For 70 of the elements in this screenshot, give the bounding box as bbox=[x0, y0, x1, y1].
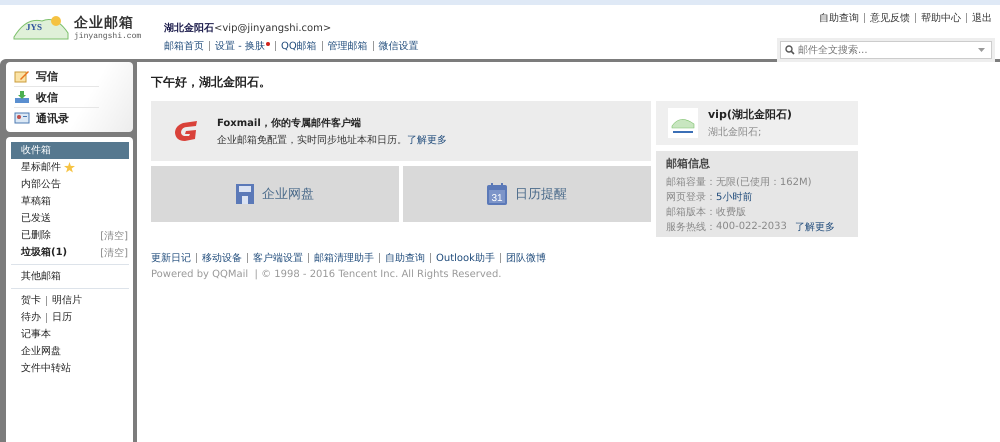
copyright: Powered by QQMail | © 1998 - 2016 Tencent Inc. All Rights Reserved. bbox=[151, 269, 502, 280]
top-link[interactable]: 帮助中心 bbox=[921, 11, 961, 25]
info-label: 服务热线： bbox=[666, 220, 716, 234]
learn-more-link[interactable]: 了解更多 bbox=[794, 220, 835, 234]
search-field[interactable]: 邮件全文搜索... bbox=[780, 41, 992, 59]
top-link[interactable]: 退出 bbox=[972, 11, 992, 25]
tool-link[interactable]: 日历 bbox=[52, 309, 72, 326]
info-title: 邮箱信息 bbox=[666, 156, 711, 171]
folder-item[interactable]: 垃圾箱(1) bbox=[11, 244, 68, 261]
tool-link[interactable]: 明信片 bbox=[52, 292, 82, 309]
info-value: 400-022-2033 bbox=[716, 221, 787, 232]
nav-link[interactable]: 微信设置 bbox=[378, 39, 419, 53]
info-label: 邮箱容量： bbox=[666, 176, 716, 188]
avatar-logo-icon bbox=[668, 108, 698, 138]
footer-link[interactable]: Outlook助手 bbox=[436, 251, 495, 265]
logo-initials: JYS bbox=[26, 22, 42, 32]
tool-link[interactable]: 记事本 bbox=[11, 326, 51, 343]
contact-card-icon bbox=[14, 111, 30, 125]
profile-signature: 湖北金阳石; bbox=[708, 126, 762, 139]
folder-item[interactable]: 收件箱 bbox=[11, 142, 129, 159]
learn-more-link[interactable]: 了解更多 bbox=[407, 132, 447, 146]
folder-item[interactable]: 星标邮件 bbox=[11, 159, 61, 176]
footer-link[interactable]: 自助查询 bbox=[385, 251, 425, 265]
nav-link[interactable]: 设置 - 换肤 bbox=[215, 39, 265, 53]
user-name: 湖北金阳石 bbox=[164, 23, 214, 34]
nav-link[interactable]: QQ邮箱 bbox=[280, 39, 317, 53]
inbox-download-icon bbox=[14, 90, 30, 104]
profile-name: vip(湖北金阳石) bbox=[708, 107, 792, 122]
footer-link[interactable]: 移动设备 bbox=[202, 251, 242, 265]
top-link[interactable]: 意见反馈 bbox=[870, 11, 910, 25]
promo-text: 企业邮箱免配置，实时同步地址本和日历。 bbox=[217, 134, 407, 146]
info-value: 收费版 bbox=[716, 206, 746, 218]
clear-link[interactable]: [清空] bbox=[100, 228, 129, 242]
dropdown-icon bbox=[978, 48, 985, 52]
logo-name: 企业邮箱 bbox=[74, 14, 135, 32]
user-email: <vip@jinyangshi.com> bbox=[214, 23, 332, 34]
info-value: 无限(已使用：162M) bbox=[716, 176, 812, 188]
foxmail-logo-icon bbox=[173, 120, 199, 142]
feature-tile[interactable]: 31 日历提醒 bbox=[403, 166, 651, 222]
top-link[interactable]: 自助查询 bbox=[819, 11, 859, 25]
folder-item[interactable]: 已发送 bbox=[11, 210, 51, 227]
feature-tile[interactable]: 企业网盘 bbox=[151, 166, 399, 222]
folder-item[interactable]: 草稿箱 bbox=[11, 193, 51, 210]
footer-link[interactable]: 团队微博 bbox=[506, 251, 546, 265]
search-icon bbox=[785, 45, 795, 55]
footer-link[interactable]: 更新日记 bbox=[151, 251, 191, 265]
folder-item[interactable]: 内部公告 bbox=[11, 176, 61, 193]
nav-link[interactable]: 管理邮箱 bbox=[328, 39, 368, 53]
quick-action[interactable]: 收信 bbox=[14, 87, 99, 108]
quick-action[interactable]: 写信 bbox=[14, 66, 99, 87]
info-value: 5小时前 bbox=[716, 190, 752, 204]
quick-action[interactable]: 通讯录 bbox=[14, 108, 99, 128]
nav-link[interactable]: 邮箱首页 bbox=[164, 39, 204, 53]
footer-link[interactable]: 客户端设置 bbox=[253, 251, 303, 265]
promo-title: Foxmail，你的专属邮件客户端 bbox=[217, 116, 362, 130]
logo-domain: jinyangshi.com bbox=[74, 32, 142, 40]
tool-link[interactable]: 文件中转站 bbox=[11, 360, 71, 377]
info-label: 网页登录： bbox=[666, 190, 716, 204]
tool-link[interactable]: 企业网盘 bbox=[11, 343, 61, 360]
logo-icon bbox=[12, 13, 70, 41]
info-label: 邮箱版本： bbox=[666, 206, 716, 218]
tool-link[interactable]: 待办 bbox=[11, 309, 41, 326]
pencil-icon bbox=[14, 69, 30, 83]
clear-link[interactable]: [清空] bbox=[100, 246, 129, 260]
calendar-icon: 31 bbox=[487, 183, 507, 205]
folder-item[interactable]: 已删除 bbox=[11, 227, 51, 244]
greeting: 下午好，湖北金阳石。 bbox=[151, 74, 272, 91]
tool-link[interactable]: 贺卡 bbox=[11, 292, 41, 309]
other-mailbox-link[interactable]: 其他邮箱 bbox=[11, 268, 129, 285]
footer-link[interactable]: 邮箱清理助手 bbox=[314, 251, 374, 265]
